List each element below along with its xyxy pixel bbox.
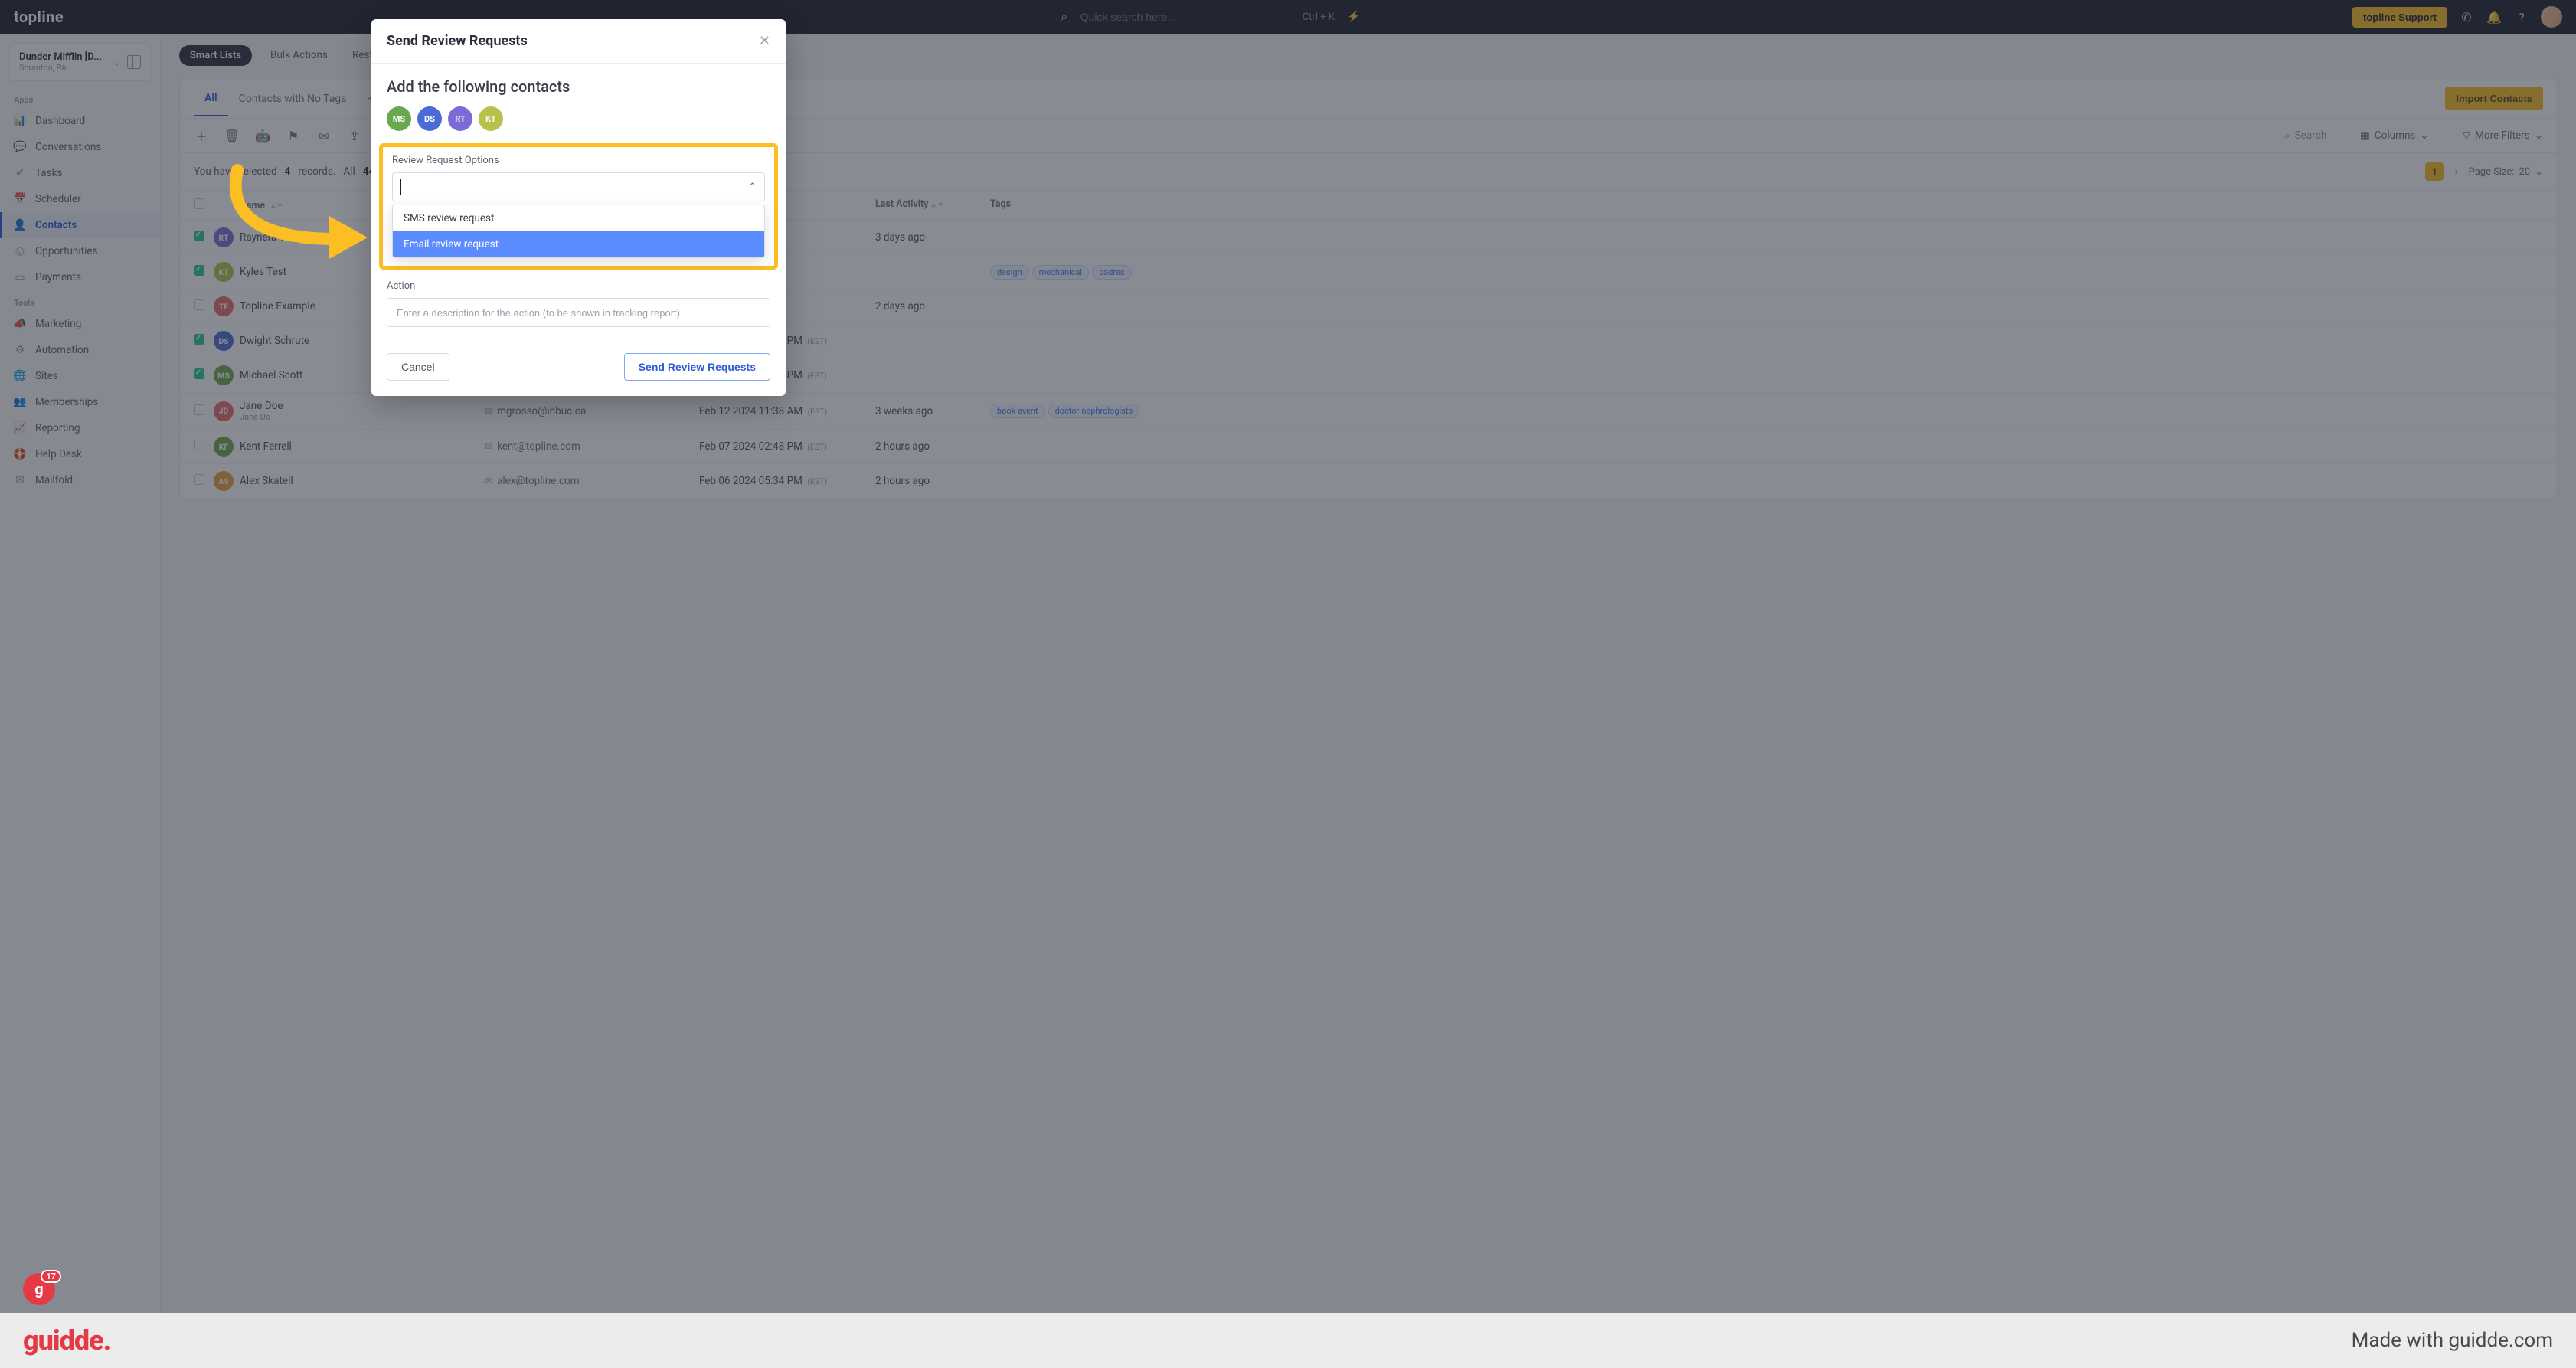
action-label: Action bbox=[387, 280, 770, 292]
review-options-dropdown: SMS review request Email review request bbox=[392, 205, 765, 258]
modal-subtitle: Add the following contacts bbox=[387, 77, 770, 96]
highlight-annotation: Review Request Options ⌃ SMS review requ… bbox=[379, 143, 778, 270]
guidde-logo: guidde. bbox=[23, 1324, 110, 1357]
send-review-requests-button[interactable]: Send Review Requests bbox=[624, 353, 770, 381]
guidde-badge[interactable]: g17 bbox=[23, 1273, 55, 1305]
review-requests-modal: Send Review Requests ✕ Add the following… bbox=[371, 19, 786, 396]
contact-chips: MSDSRT KT bbox=[387, 106, 770, 131]
cancel-button[interactable]: Cancel bbox=[387, 353, 449, 381]
review-options-combo[interactable]: ⌃ bbox=[392, 172, 765, 201]
contact-chip: MS bbox=[387, 106, 411, 131]
contact-chip: DS bbox=[417, 106, 442, 131]
contact-chip: KT bbox=[479, 106, 503, 131]
badge-count: 17 bbox=[41, 1270, 61, 1283]
close-icon[interactable]: ✕ bbox=[759, 33, 770, 49]
guidde-credit: Made with guidde.com bbox=[2352, 1329, 2553, 1352]
option-sms[interactable]: SMS review request bbox=[393, 205, 764, 231]
action-input[interactable] bbox=[387, 298, 770, 327]
chevron-up-icon: ⌃ bbox=[748, 182, 757, 193]
option-email[interactable]: Email review request bbox=[393, 231, 764, 257]
options-label: Review Request Options bbox=[392, 155, 765, 166]
caret-icon bbox=[400, 179, 401, 195]
contact-chip: RT bbox=[448, 106, 472, 131]
modal-title: Send Review Requests bbox=[387, 33, 528, 49]
guidde-footer: guidde. Made with guidde.com bbox=[0, 1313, 2576, 1368]
